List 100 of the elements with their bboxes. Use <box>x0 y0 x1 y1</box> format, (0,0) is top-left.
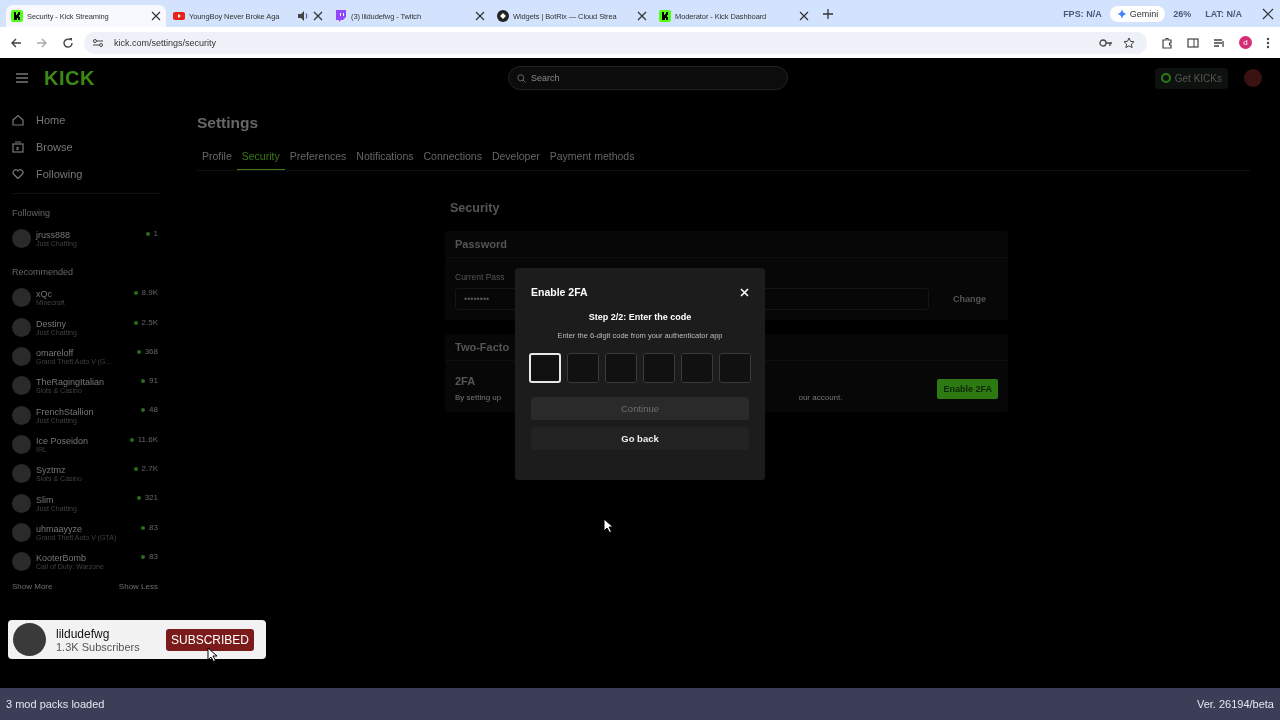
setting-label: 2FA <box>455 375 477 387</box>
overlay-stat: 26% <box>1173 8 1192 19</box>
site-settings-icon[interactable] <box>92 36 104 49</box>
close-icon[interactable] <box>1262 7 1274 20</box>
close-icon[interactable] <box>637 11 647 21</box>
favicon-icon <box>335 10 347 22</box>
channel-name: Destiny <box>36 318 66 329</box>
sparkle-icon <box>1116 8 1127 19</box>
favicon-icon <box>659 10 671 22</box>
back-icon[interactable] <box>10 36 22 49</box>
star-icon[interactable] <box>1123 36 1135 49</box>
heart-icon <box>12 167 24 180</box>
settings-tab[interactable]: Notifications <box>351 150 419 170</box>
enable-2fa-button[interactable]: Enable 2FA <box>937 378 998 399</box>
nav-item[interactable]: Home <box>12 106 176 133</box>
favicon-icon <box>11 10 23 22</box>
setting-description: our account. <box>798 393 843 402</box>
viewer-count: 8.9K <box>141 288 158 298</box>
close-icon[interactable] <box>475 11 485 21</box>
viewer-count: 83 <box>149 551 158 561</box>
profile-avatar[interactable]: d <box>1239 36 1252 49</box>
speaker-icon[interactable] <box>297 10 309 22</box>
channel-name: KooterBomb <box>36 553 88 564</box>
channel-avatar <box>12 405 31 425</box>
nav-item[interactable]: Browse <box>12 133 176 160</box>
channel-avatar <box>12 376 31 396</box>
overlay-stat: FPS: N/A <box>1063 8 1102 19</box>
channel-name: FrenchStallion <box>36 406 95 417</box>
show-more-link[interactable]: Show More <box>12 582 53 592</box>
live-dot <box>145 232 150 236</box>
channel-name: Slim <box>36 494 55 505</box>
viewer-count: 2.7K <box>141 464 158 474</box>
live-dot <box>141 408 146 413</box>
search-icon <box>517 74 526 83</box>
settings-tab[interactable]: Developer <box>486 150 545 170</box>
nav-item[interactable]: Following <box>12 160 176 187</box>
channel-name: lildudefwg <box>56 626 111 641</box>
section-title: Security <box>450 201 501 215</box>
code-digit-field[interactable] <box>681 353 713 383</box>
playlist-icon[interactable] <box>1213 36 1225 49</box>
status-text: 3 mod packs loaded <box>6 698 105 710</box>
settings-tab[interactable]: Preferences <box>284 150 352 170</box>
code-digit-field[interactable] <box>567 353 599 383</box>
live-dot <box>136 496 141 501</box>
subscribed-button[interactable]: SUBSCRIBED <box>165 628 254 651</box>
settings-tab[interactable]: Security <box>236 150 285 170</box>
step-heading: Step 2/2: Enter the code <box>588 312 692 322</box>
code-digit-field[interactable] <box>643 353 675 383</box>
url-text[interactable]: kick.com/settings/security <box>114 37 217 48</box>
show-less-link[interactable]: Show Less <box>118 582 158 592</box>
live-dot <box>133 291 138 296</box>
settings-tab[interactable]: Connections <box>418 150 487 170</box>
home-icon <box>12 113 24 126</box>
section-heading: Following <box>12 208 52 218</box>
channel-avatar <box>12 552 31 572</box>
change-button[interactable]: Change <box>941 294 998 304</box>
close-icon[interactable] <box>151 11 161 21</box>
code-digit-field[interactable] <box>605 353 637 383</box>
browse-icon <box>12 140 24 153</box>
section-heading: Recommended <box>12 267 75 278</box>
puzzle-icon[interactable] <box>1161 36 1173 49</box>
go-back-button[interactable]: Go back <box>531 427 749 450</box>
channel-name: Syztmz <box>36 465 66 476</box>
channel-avatar <box>12 522 31 542</box>
channel-avatar <box>12 464 31 484</box>
channel-name: TheRagingItalian <box>36 377 106 388</box>
channel-name: omareloff <box>36 348 75 359</box>
channel-name: xQc <box>36 289 52 300</box>
close-icon[interactable] <box>313 11 323 21</box>
channel-avatar <box>12 317 31 337</box>
card-title: Password <box>445 231 1008 258</box>
settings-tab[interactable]: Profile <box>197 150 237 170</box>
field-label: Current Pass <box>455 272 506 282</box>
version-text: Ver. 26194/beta <box>1196 698 1274 710</box>
get-kicks-button[interactable]: Get KICKs <box>1154 67 1228 89</box>
viewer-count: 2.5K <box>141 317 158 327</box>
reload-icon[interactable] <box>62 36 74 49</box>
channel-name: jruss888 <box>36 230 71 241</box>
settings-tab[interactable]: Payment methods <box>544 150 640 170</box>
channel-avatar <box>12 347 31 367</box>
gemini-button[interactable]: Gemini <box>1109 5 1166 22</box>
favicon-icon <box>173 10 185 22</box>
plus-icon[interactable] <box>822 7 834 20</box>
live-dot <box>133 320 138 325</box>
channel-avatar <box>12 493 31 513</box>
code-digit-field[interactable] <box>719 353 751 383</box>
cursor-icon <box>207 647 217 662</box>
menu-icon[interactable] <box>1266 36 1270 49</box>
dialog-title: Enable 2FA <box>531 286 588 298</box>
close-icon[interactable] <box>799 11 809 21</box>
channel-name: Ice Poseidon <box>36 435 90 446</box>
key-icon[interactable] <box>1099 37 1113 48</box>
viewer-count: 48 <box>149 405 158 415</box>
search-field[interactable]: Search <box>508 66 788 90</box>
viewer-count: 368 <box>144 346 158 356</box>
overlay-stat: LAT: N/A <box>1205 8 1242 19</box>
coin-icon <box>1160 73 1171 83</box>
side-panel-icon[interactable] <box>1187 36 1199 49</box>
viewer-count: 1 <box>153 229 158 238</box>
kick-logo[interactable]: KICK <box>44 66 494 90</box>
